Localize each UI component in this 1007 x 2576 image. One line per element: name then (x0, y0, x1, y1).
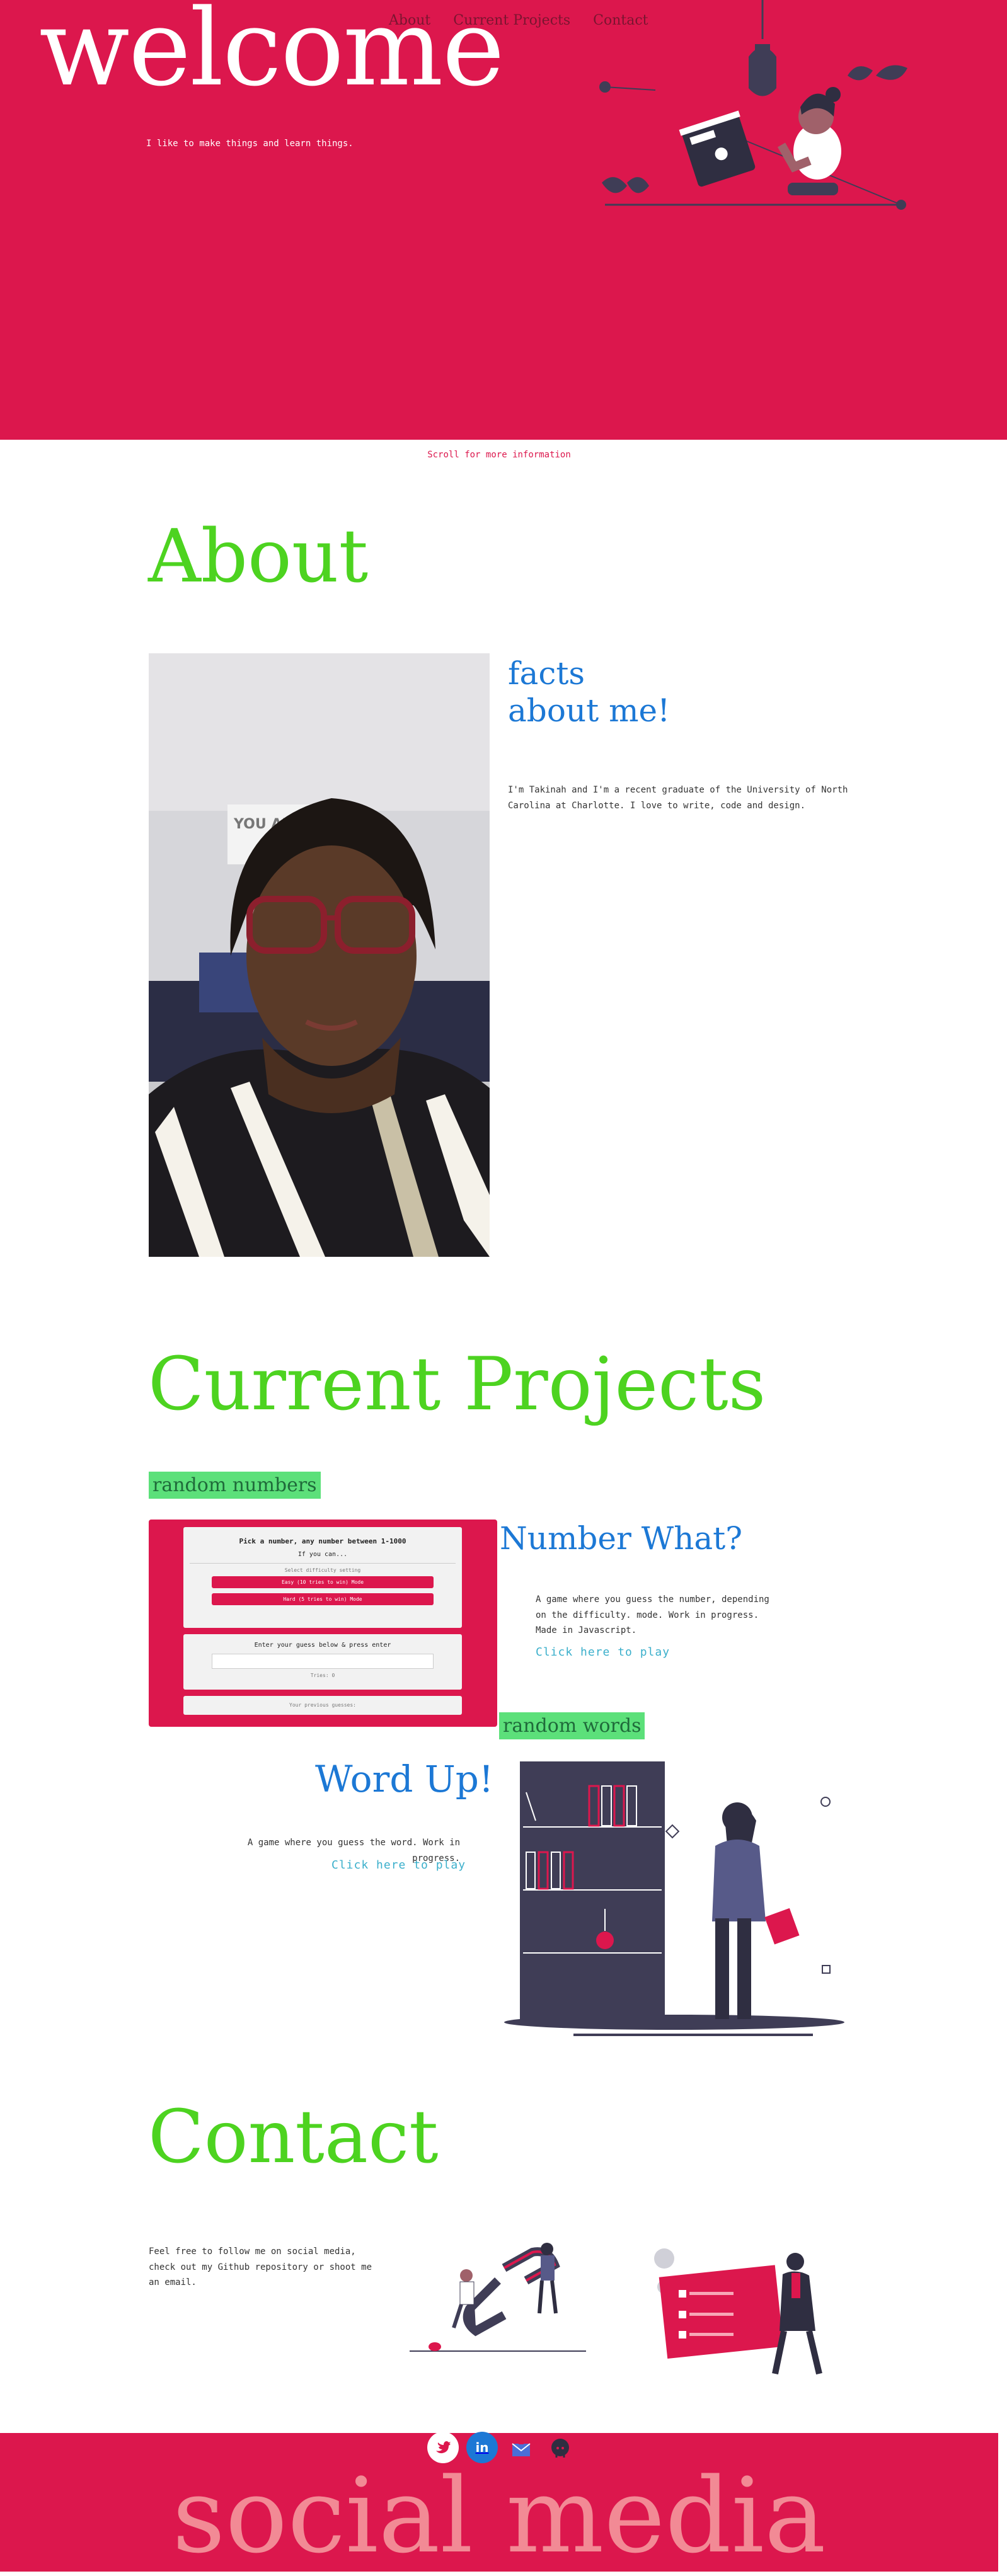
facts-title: facts about me! (508, 655, 670, 730)
footer-title: social media (172, 2456, 826, 2576)
profile-photo: YOU AR SUN (149, 653, 490, 1257)
facts-title-line-1: facts (508, 655, 585, 692)
number-game-title: Number What? (500, 1520, 743, 1557)
difficulty-label: Select difficulty setting (284, 1567, 361, 1574)
tag-random-words: random words (499, 1712, 645, 1739)
number-game-screenshot[interactable]: Pick a number, any number between 1-1000… (149, 1520, 497, 1727)
easy-mode-button: Easy (10 tries to win) Mode (212, 1576, 434, 1589)
hard-mode-button: Hard (5 tries to win) Mode (212, 1593, 434, 1606)
linkedin-icon: in (475, 2440, 489, 2455)
game-heading: Pick a number, any number between 1-1000 (239, 1537, 406, 1545)
twitter-icon (436, 2441, 451, 2454)
linkedin-link[interactable]: in (466, 2432, 498, 2463)
bookshelf-illustration (504, 1761, 844, 2036)
word-game-play-link[interactable]: Click here to play (331, 1858, 466, 1872)
hero-tagline: I like to make things and learn things. (146, 139, 354, 149)
number-game-body: A game where you guess the number, depen… (536, 1594, 769, 1635)
github-link[interactable] (544, 2432, 576, 2463)
contact-title: Contact (148, 2095, 439, 2180)
word-game-title: Word Up! (315, 1758, 494, 1800)
number-game-play-link[interactable]: Click here to play (536, 1646, 670, 1659)
social-links: in (427, 2432, 576, 2463)
nav-current-projects[interactable]: Current Projects (453, 13, 570, 28)
guess-label: Enter your guess below & press enter (254, 1642, 391, 1649)
game-subheading: If you can... (297, 1551, 348, 1559)
projects-title: Current Projects (148, 1342, 766, 1427)
about-body: I'm Takinah and I'm a recent graduate of… (508, 785, 848, 811)
nav-about[interactable]: About (389, 13, 430, 28)
email-illustration (654, 2248, 822, 2375)
about-title: About (148, 514, 369, 599)
scroll-hint: Scroll for more information (427, 450, 571, 460)
email-icon (512, 2438, 531, 2456)
game-settings-panel: Pick a number, any number between 1-1000… (183, 1527, 462, 1628)
tag-random-numbers: random numbers (149, 1472, 321, 1499)
tries-label: Tries: 0 (310, 1673, 335, 1678)
game-guess-panel: Enter your guess below & press enter Tri… (183, 1634, 462, 1690)
previous-guesses-panel: Your previous guesses: (183, 1696, 462, 1715)
email-link[interactable] (505, 2432, 537, 2463)
link-illustration (410, 2243, 586, 2352)
reading-woman-illustration (599, 0, 907, 210)
previous-guesses-label: Your previous guesses: (289, 1702, 356, 1708)
guess-input-preview (212, 1654, 434, 1669)
facts-title-line-2: about me! (508, 692, 670, 729)
github-icon (551, 2439, 569, 2458)
contact-body: Feel free to follow me on social media, … (149, 2247, 372, 2287)
twitter-link[interactable] (427, 2432, 459, 2463)
